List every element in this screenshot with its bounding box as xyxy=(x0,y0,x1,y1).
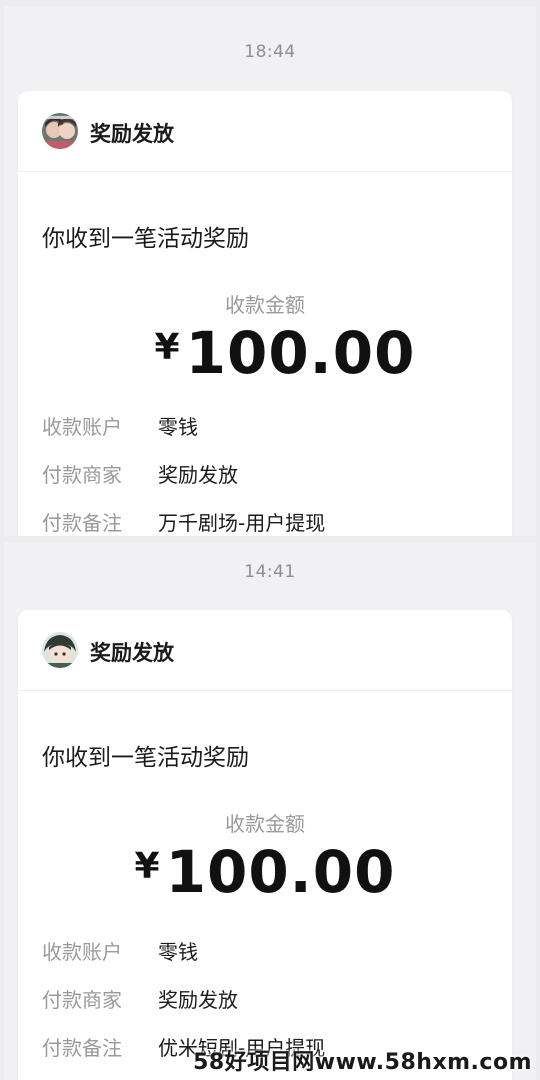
currency-symbol: ¥ xyxy=(154,327,180,368)
detail-row-account: 收款账户 零钱 xyxy=(42,936,198,965)
detail-value: 奖励发放 xyxy=(158,988,238,1012)
amount-display: ¥100.00 xyxy=(18,838,512,906)
notification-headline: 你收到一笔活动奖励 xyxy=(42,745,249,771)
amount-label: 收款金额 xyxy=(225,812,305,836)
currency-symbol: ¥ xyxy=(134,846,160,887)
detail-label: 付款商家 xyxy=(42,463,122,487)
detail-value: 奖励发放 xyxy=(158,463,238,487)
detail-value: 零钱 xyxy=(158,940,198,964)
payment-card[interactable]: 奖励发放 你收到一笔活动奖励 收款金额 ¥100.00 收款账户 零钱 付款商家 奖… xyxy=(18,610,512,1080)
detail-label: 收款账户 xyxy=(42,940,122,964)
amount-label: 收款金额 xyxy=(225,293,305,317)
amount-value: 100.00 xyxy=(165,838,396,906)
sender-avatar-icon[interactable] xyxy=(42,113,78,149)
detail-row-account: 收款账户 零钱 xyxy=(42,411,198,440)
watermark-text: 58好项目网www.58hxm.com xyxy=(193,1050,532,1075)
detail-row-remark: 付款备注 万千剧场-用户提现 xyxy=(42,507,325,536)
notification-headline: 你收到一笔活动奖励 xyxy=(42,226,249,252)
payment-card[interactable]: 奖励发放 你收到一笔活动奖励 收款金额 ¥100.00 收款账户 零钱 付款商家 奖… xyxy=(18,91,512,536)
sender-name: 奖励发放 xyxy=(90,122,174,146)
detail-label: 付款备注 xyxy=(42,1036,122,1060)
payment-notification-panel-1: 18:44 奖励发放 你收到一笔活动奖励 收款金额 ¥ 100.00 收款账户 … xyxy=(4,6,536,536)
message-timestamp: 14:41 xyxy=(244,562,296,582)
detail-row-merchant: 付款商家 奖励发放 xyxy=(42,459,238,488)
payment-notification-panel-2: 14:41 奖励发放 你收到一笔活动奖励 收款金额 ¥ 100.00 收款账户 … xyxy=(4,542,536,1080)
sender-avatar-icon[interactable] xyxy=(42,632,78,668)
detail-value: 零钱 xyxy=(158,415,198,439)
amount-display: ¥100.00 xyxy=(18,319,512,387)
detail-label: 付款备注 xyxy=(42,511,122,535)
detail-row-merchant: 付款商家 奖励发放 xyxy=(42,984,238,1013)
sender-name: 奖励发放 xyxy=(90,641,174,665)
card-header[interactable]: 奖励发放 xyxy=(18,610,512,691)
amount-value: 100.00 xyxy=(185,319,416,387)
detail-label: 付款商家 xyxy=(42,988,122,1012)
card-header[interactable]: 奖励发放 xyxy=(18,91,512,172)
screenshot-collage: 18:44 奖励发放 你收到一笔活动奖励 收款金额 ¥ 100.00 收款账户 … xyxy=(0,0,540,1080)
message-timestamp: 18:44 xyxy=(244,42,296,62)
detail-label: 收款账户 xyxy=(42,415,122,439)
detail-value: 万千剧场-用户提现 xyxy=(158,511,326,535)
